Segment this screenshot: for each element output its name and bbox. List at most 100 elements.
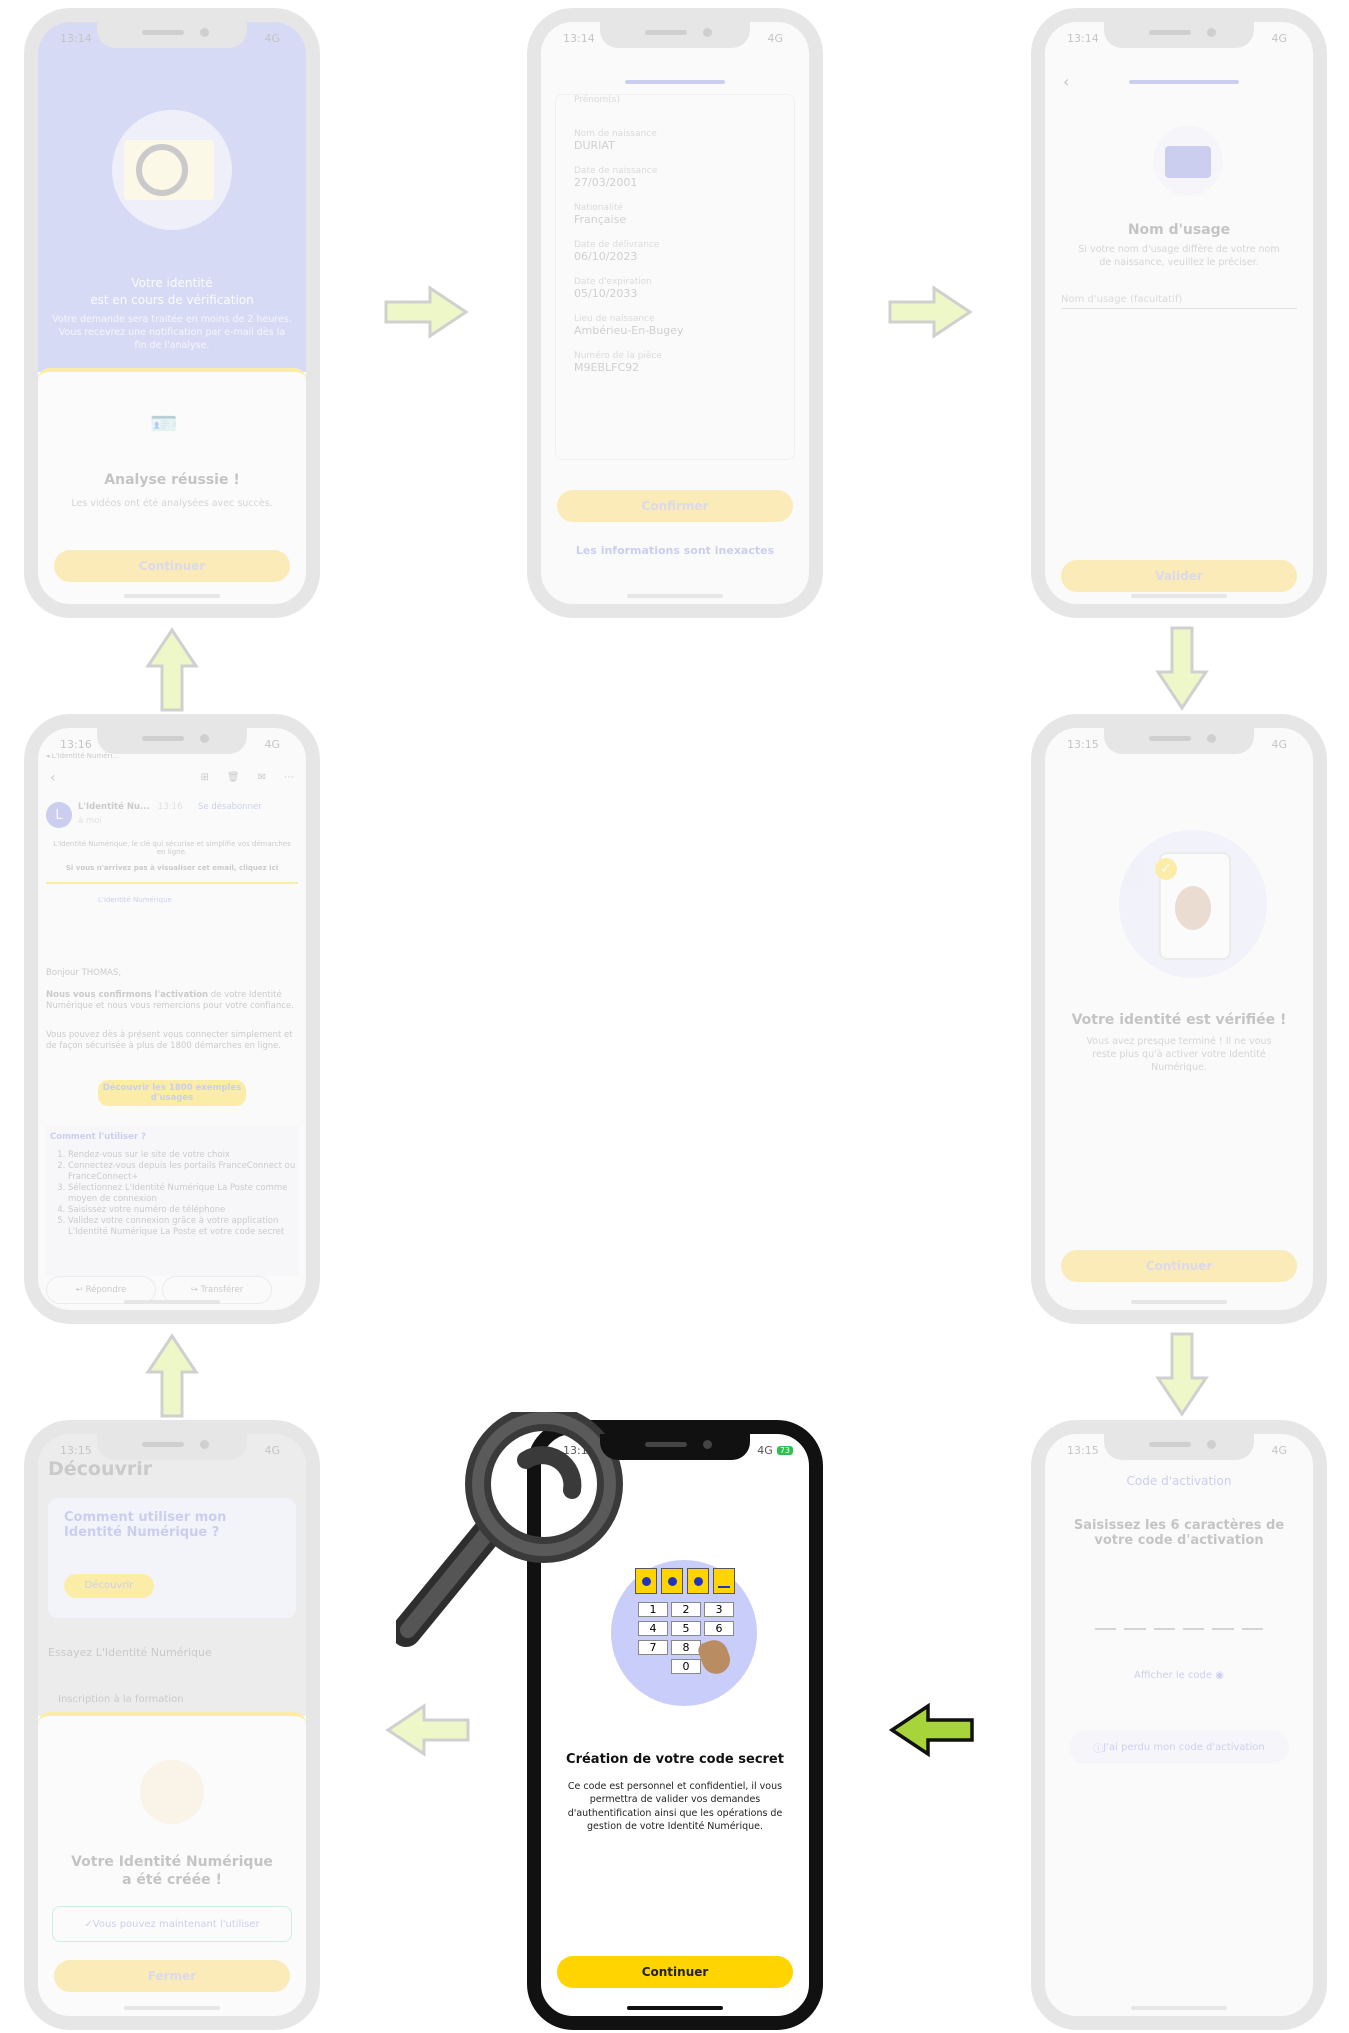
key: 6 [704,1621,734,1636]
key: 3 [704,1602,734,1617]
home-indicator [1131,2006,1227,2010]
page-title: Code d'activation [1126,1474,1232,1488]
arrow-left-icon [888,1702,974,1758]
list-item[interactable]: Inscription à la formation [58,1694,184,1705]
unsubscribe-link[interactable]: Se désabonner [198,802,262,812]
email-paragraph-2: Vous pouvez dès à présent vous connecter… [46,1030,293,1052]
field-value: 06/10/2023 [574,250,638,263]
howto-step: Sélectionnez L'Identité Numérique La Pos… [68,1183,298,1205]
more-icon[interactable]: ⋯ [284,772,294,783]
field-value: 27/03/2001 [574,176,638,189]
phone-notch [97,1434,247,1460]
created-sheet: Votre Identité Numérique a été créée ! ✓… [38,1712,306,2016]
arrow-down-icon [1155,1332,1209,1417]
progress-bar [1129,80,1239,84]
archive-icon[interactable]: ⊞ [201,772,209,783]
howto-card[interactable]: Comment utiliser mon Identité Numérique … [48,1498,296,1618]
howto-steps: Rendez-vous sur le site de votre choix C… [46,1150,298,1238]
view-notice[interactable]: Si vous n'arrivez pas à visualiser cet e… [52,864,292,872]
home-indicator [627,2006,723,2010]
field-value: Française [574,213,627,226]
back-to-app-link[interactable]: ◂ L'Identité Numéri... [46,752,119,760]
field-value: 05/10/2033 [574,287,638,300]
reply-label: Répondre [85,1285,127,1295]
howto-step: Saisissez votre numéro de téléphone [68,1205,298,1216]
phone-confirm-info: 13:14 4G Prénom(s) Nom de naissance DURIA… [527,8,823,618]
field-value: DURIAT [574,139,615,152]
discover-button[interactable]: Découvrir [64,1574,154,1598]
validate-button[interactable]: Valider [1061,560,1297,592]
howto-step: Connectez-vous depuis les portails Franc… [68,1161,298,1183]
phone-notch [97,728,247,754]
back-chevron-icon[interactable]: ‹ [1063,72,1069,91]
email-paragraph-1: Nous vous confirmons l'activation de vot… [46,990,294,1012]
continue-button[interactable]: Continuer [1061,1250,1297,1282]
page-title: Découvrir [48,1458,153,1480]
greeting: Bonjour THOMAS, [46,968,122,978]
inaccurate-info-link[interactable]: Les informations sont inexactes [555,544,795,557]
back-chevron-icon[interactable]: ‹ [50,770,56,786]
field-label: Date de naissance [574,166,658,176]
info-text: Vous pouvez maintenant l'utiliser [92,1918,260,1930]
phone-activation-code: 13:15 4G Code d'activation Saisissez les … [1031,1420,1327,2030]
lost-code-button[interactable]: ⓘ J'ai perdu mon code d'activation [1069,1730,1289,1764]
field-label: Date de délivrance [574,240,660,250]
sender-name: L'Identité Nu... [78,802,150,812]
verified-text: Vous avez presque terminé ! Il ne vous r… [1086,1036,1272,1073]
key: 8 [671,1640,701,1655]
usage-name-text: Si votre nom d'usage diffère de votre no… [1078,244,1280,268]
phone-identity-created: 13:15 4G Découvrir Comment utiliser mon I… [24,1420,320,2030]
show-code-link[interactable]: Afficher le code ◉ [1059,1670,1299,1681]
phone-usage-name: 13:14 4G ‹ Nom d'usage Si votre nom d'usa… [1031,8,1327,618]
sheet-text: Les vidéos ont été analysées avec succès… [71,498,273,509]
arrow-right-icon [888,285,973,339]
help-icon: ⓘ [1093,1743,1104,1755]
usage-name-input[interactable]: Nom d'usage (facultatif) [1061,294,1297,309]
field-label-first-name: Prénom(s) [574,95,620,105]
verification-title-line1: Votre identité [131,276,213,290]
sender-time: 13:16 [158,802,183,812]
id-card-icon: 🪪 [150,412,178,437]
discover-uses-button[interactable]: Découvrir les 1800 exemples d'usages [98,1080,246,1106]
verification-title-line2: est en cours de vérification [90,293,254,307]
continue-button[interactable]: Continuer [54,550,290,582]
check-icon: ✓ [1155,858,1177,880]
arrow-up-icon [145,1333,199,1418]
key: 2 [671,1602,701,1617]
arrow-left-icon [385,1703,470,1757]
home-indicator [124,2006,220,2010]
created-title-line1: Votre Identité Numérique [71,1854,273,1870]
field-value: M9EBLFC92 [574,361,640,374]
pin-dots [635,1568,735,1594]
code-input[interactable] [1095,1628,1263,1630]
mail-icon[interactable]: ✉ [258,772,266,783]
arrow-up-icon [145,627,199,712]
eye-icon: ◉ [1215,1670,1224,1681]
usage-name-title: Nom d'usage [1127,222,1231,238]
secret-code-title: Création de votre code secret [566,1752,784,1767]
confirm-button[interactable]: Confirmer [557,490,793,522]
home-indicator [124,1300,220,1304]
brand-logo: L'Identité Numérique [98,896,172,904]
howto-step: Validez votre connexion grâce à votre ap… [68,1216,298,1238]
field-list: Nom de naissance DURIAT Date de naissanc… [574,129,776,374]
continue-button[interactable]: Continuer [557,1956,793,1988]
home-indicator [124,594,220,598]
email-toolbar: ⊞ 🗑 ✉ ⋯ [201,772,294,783]
progress-bar [625,80,725,84]
home-indicator [1131,594,1227,598]
phone-analysis-success: 13:14 4G Votre identité est en cours de v… [24,8,320,618]
check-circle-icon: ✓ [84,1918,93,1930]
trash-icon[interactable]: 🗑 [227,772,240,783]
card-title: Comment utiliser mon Identité Numérique … [64,1510,227,1540]
recipient-label: à moi [78,816,102,826]
field-value: Ambérieu-En-Bugey [574,324,684,337]
info-banner: ✓ Vous pouvez maintenant l'utiliser [52,1906,292,1942]
forward-icon: ↪ [190,1285,201,1295]
phone-notch [1104,728,1254,754]
phone-identity-verified: 13:15 4G ✓ Votre identité est vérifiée ! … [1031,714,1327,1324]
close-button[interactable]: Fermer [54,1960,290,1992]
phone-notch [1104,22,1254,48]
home-indicator [1131,1300,1227,1304]
lost-code-label: J'ai perdu mon code d'activation [1103,1741,1265,1753]
